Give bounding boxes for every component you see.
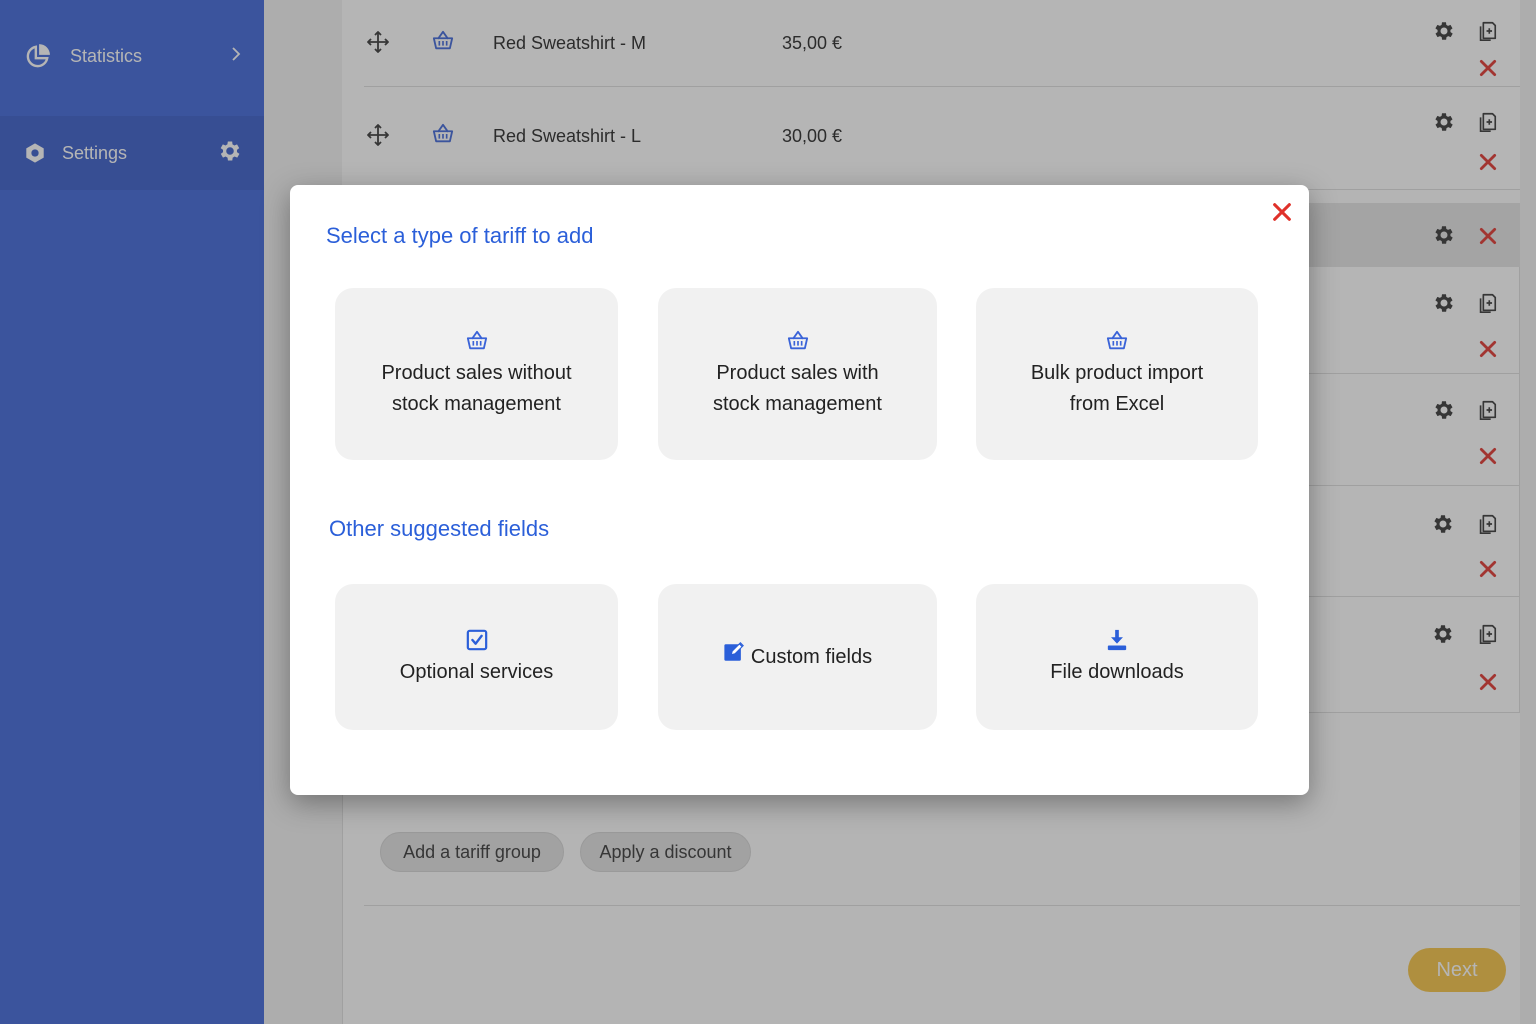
option-optional-services[interactable]: Optional services [335, 584, 618, 730]
basket-icon [787, 328, 809, 354]
modal-subtitle: Other suggested fields [329, 516, 550, 541]
checkbox-icon [466, 627, 488, 653]
option-sales-with-stock[interactable]: Product sales with stock management [658, 288, 937, 460]
option-label-line2: stock management [713, 393, 882, 415]
option-label: File downloads [1050, 660, 1184, 683]
close-icon[interactable] [1270, 200, 1294, 224]
basket-icon [1106, 328, 1128, 354]
download-icon [1106, 627, 1128, 653]
option-label: Custom fields [750, 645, 873, 668]
add-tariff-modal: Select a type of tariff to add Product s… [290, 185, 1309, 795]
basket-icon [466, 328, 488, 354]
option-label-line1: Bulk product import [1030, 362, 1204, 384]
option-label-line1: Product sales without [381, 362, 572, 384]
option-label-line2: stock management [392, 393, 561, 415]
option-bulk-import-excel[interactable]: Bulk product import from Excel [976, 288, 1258, 460]
option-label-line2: from Excel [1069, 393, 1165, 415]
option-file-downloads[interactable]: File downloads [976, 584, 1258, 730]
option-sales-without-stock[interactable]: Product sales without stock management [335, 288, 618, 460]
modal-title: Select a type of tariff to add [326, 223, 594, 248]
edit-icon [723, 641, 745, 673]
option-label-line1: Product sales with [716, 362, 879, 384]
option-label: Optional services [399, 660, 554, 683]
option-custom-fields[interactable]: Custom fields [658, 584, 937, 730]
